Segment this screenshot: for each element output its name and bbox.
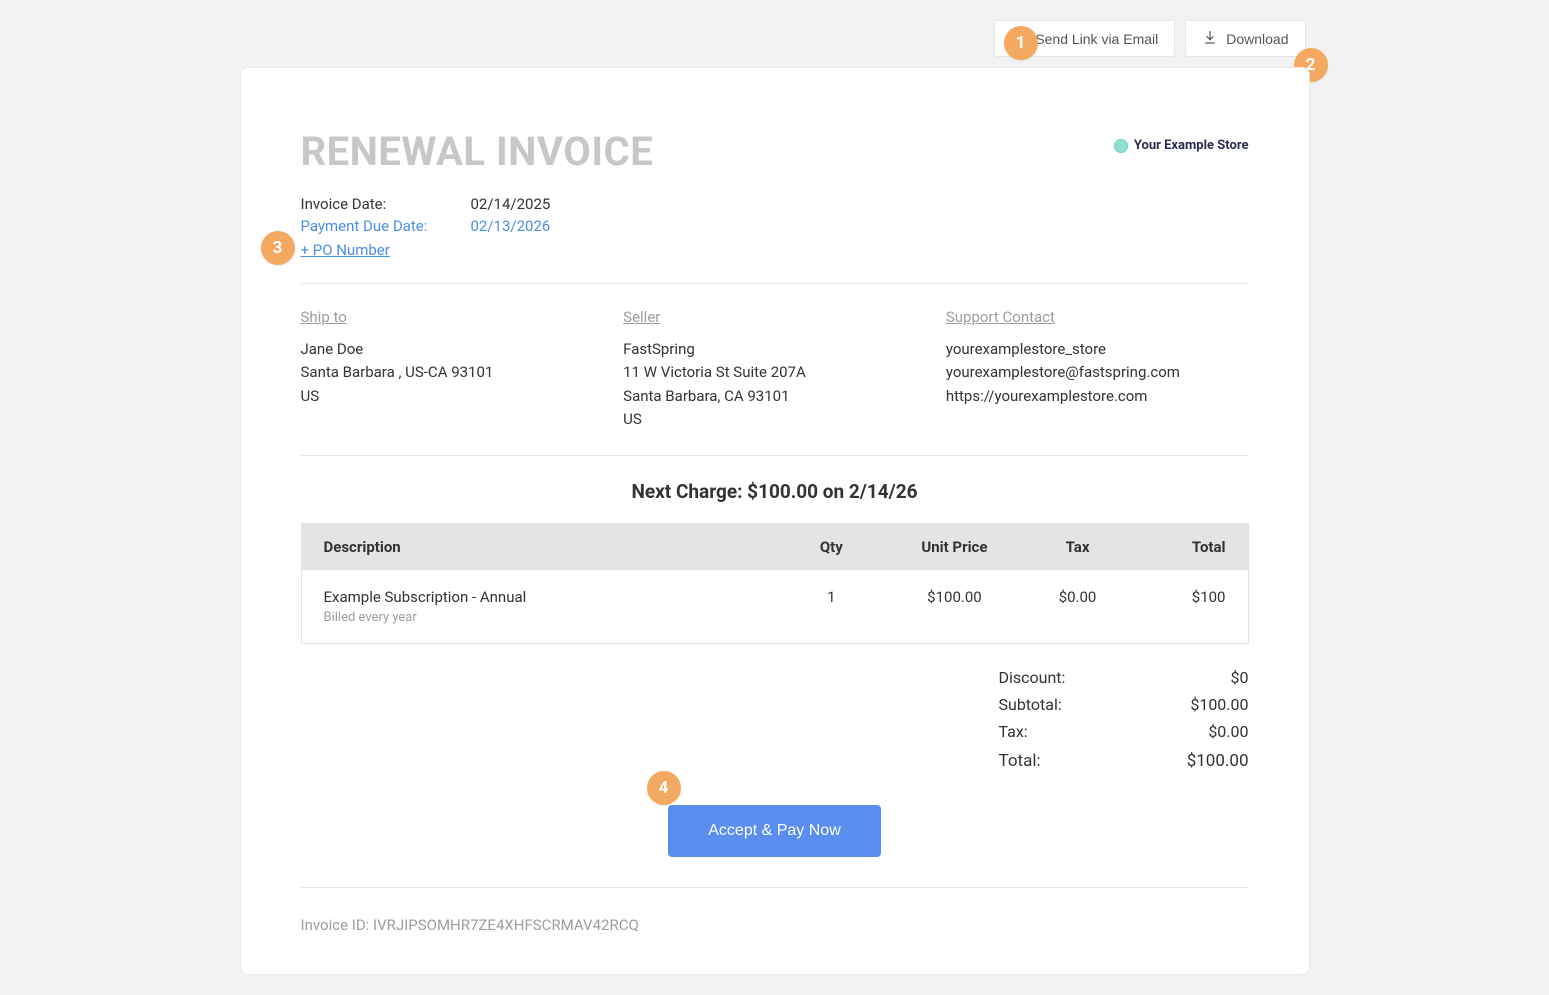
item-total: $100 (1134, 570, 1248, 644)
divider (301, 887, 1249, 888)
line-items-table: Description Qty Unit Price Tax Total Exa… (301, 523, 1249, 644)
subtotal-value: $100.00 (1190, 695, 1248, 714)
item-qty: 1 (775, 570, 889, 644)
download-label: Download (1226, 31, 1288, 47)
support-heading: Support Contact (946, 308, 1249, 326)
ship-to-country: US (301, 385, 604, 408)
seller-name: FastSpring (623, 338, 926, 361)
item-name: Example Subscription - Annual (324, 588, 753, 606)
invoice-id-value: IVRJIPSOMHR7ZE4XHFSCRMAV42RCQ (373, 916, 639, 934)
ship-to-heading: Ship to (301, 308, 604, 326)
table-row: Example Subscription - Annual Billed eve… (301, 570, 1248, 644)
subtotal-label: Subtotal: (999, 695, 1062, 714)
ship-to-city: Santa Barbara , US-CA 93101 (301, 361, 604, 384)
invoice-title: RENEWAL INVOICE (301, 128, 654, 175)
totals-block: Discount: $0 Subtotal: $100.00 Tax: $0.0… (999, 664, 1249, 775)
invoice-date-value: 02/14/2025 (471, 195, 551, 213)
item-sub: Billed every year (324, 610, 753, 625)
accept-pay-button[interactable]: Accept & Pay Now (668, 805, 881, 857)
th-tax: Tax (1021, 524, 1135, 571)
support-store-id: yourexamplestore_store (946, 338, 1249, 361)
total-label: Total: (999, 751, 1041, 771)
seller-country: US (623, 408, 926, 431)
support-section: Support Contact yourexamplestore_store y… (946, 308, 1249, 431)
th-total: Total (1134, 524, 1248, 571)
logo-icon (1114, 139, 1128, 153)
tax-value: $0.00 (1208, 722, 1248, 741)
seller-city: Santa Barbara, CA 93101 (623, 385, 926, 408)
discount-label: Discount: (999, 668, 1066, 687)
invoice-date-label: Invoice Date: (301, 195, 471, 213)
discount-value: $0 (1231, 668, 1249, 687)
th-unit-price: Unit Price (888, 524, 1021, 571)
store-logo: Your Example Store (1114, 138, 1249, 153)
invoice-id-line: Invoice ID: IVRJIPSOMHR7ZE4XHFSCRMAV42RC… (301, 916, 1249, 934)
next-charge: Next Charge: $100.00 on 2/14/26 (301, 480, 1249, 503)
item-tax: $0.00 (1021, 570, 1135, 644)
download-button[interactable]: Download (1185, 20, 1305, 57)
po-number-link[interactable]: + PO Number (301, 241, 390, 259)
annotation-badge-4: 4 (647, 771, 681, 805)
th-description: Description (301, 524, 775, 571)
download-icon (1202, 29, 1218, 48)
seller-section: Seller FastSpring 11 W Victoria St Suite… (623, 308, 926, 431)
divider (301, 455, 1249, 456)
send-link-email-label: Send Link via Email (1035, 31, 1158, 47)
seller-address1: 11 W Victoria St Suite 207A (623, 361, 926, 384)
payment-due-value: 02/13/2026 (471, 217, 551, 235)
ship-to-name: Jane Doe (301, 338, 604, 361)
seller-heading: Seller (623, 308, 926, 326)
invoice-id-label: Invoice ID: (301, 916, 370, 934)
invoice-card: RENEWAL INVOICE Your Example Store Invoi… (240, 67, 1310, 975)
tax-label: Tax: (999, 722, 1028, 741)
support-url: https://yourexamplestore.com (946, 385, 1249, 408)
th-qty: Qty (775, 524, 889, 571)
store-name: Your Example Store (1134, 138, 1249, 153)
annotation-badge-3: 3 (261, 231, 295, 265)
payment-due-label: Payment Due Date: (301, 217, 471, 235)
item-unit-price: $100.00 (888, 570, 1021, 644)
divider (301, 283, 1249, 284)
annotation-badge-1: 1 (1004, 26, 1038, 60)
ship-to-section: Ship to Jane Doe Santa Barbara , US-CA 9… (301, 308, 604, 431)
support-email: yourexamplestore@fastspring.com (946, 361, 1249, 384)
total-value: $100.00 (1187, 751, 1249, 771)
